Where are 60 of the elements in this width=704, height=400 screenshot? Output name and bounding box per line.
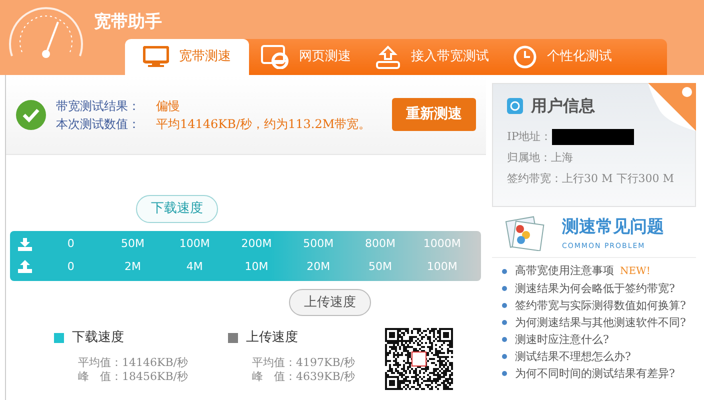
bullet-icon [502, 371, 507, 376]
upload-speed-callout: 上传速度 [289, 288, 371, 316]
monitor-icon [143, 46, 169, 68]
scale-tick-label: 800M [364, 236, 396, 252]
download-icon [18, 238, 32, 251]
download-speed-callout: 下载速度 [136, 195, 218, 222]
app-title: 宽带助手 [94, 11, 162, 34]
scale-tick-label: 100M [178, 236, 211, 252]
scale-tick-label: 50M [367, 258, 393, 274]
user-info-icon [507, 98, 523, 114]
result-value: 平均14146KB/秒，约为113.2M带宽。 [156, 116, 371, 132]
scale-tick-label: 100M [426, 258, 458, 274]
faq-link[interactable]: 测速结果为何会略低于签约带宽? [515, 280, 675, 297]
new-label: NEW! [620, 266, 650, 277]
scale-tick-label: 2M [124, 258, 142, 274]
field-label: 签约带宽： [507, 171, 562, 187]
faq-link[interactable]: 为何测速结果与其他测速软件不同? [515, 314, 686, 331]
documents-icon [504, 215, 546, 251]
browser-icon [261, 45, 289, 69]
result-label: 本次测试数值： [56, 116, 140, 132]
legend-label: 上传速度 [246, 329, 298, 347]
scale-tick-label: 50M [120, 236, 146, 252]
bullet-icon [502, 354, 507, 359]
faq-title: 测速常见问题 [562, 216, 664, 239]
stat-text: 平均值：4197KB/秒 [252, 356, 356, 370]
upload-icon [18, 260, 32, 274]
stat-text: 峰 值：18456KB/秒 [78, 370, 188, 384]
bullet-icon [502, 286, 507, 291]
field-label: IP地址： [507, 129, 552, 145]
faq-link[interactable]: 测试结果不理想怎么办? [515, 348, 631, 365]
field-value: 上海 [551, 150, 573, 166]
faq-link[interactable]: 测速时应注意什么? [515, 331, 609, 348]
bullet-icon [502, 268, 507, 274]
page-curl-icon [648, 83, 696, 131]
scale-tick-label: 10M [244, 258, 270, 274]
qr-code-drawing [385, 328, 454, 390]
bullet-icon [502, 303, 507, 308]
upload-tray-icon [375, 45, 401, 69]
scale-tick-label: 200M [240, 236, 273, 252]
stat-text: 峰 值：4639KB/秒 [252, 370, 356, 384]
scale-tick-label: 4M [185, 258, 204, 274]
panel-title: 用户信息 [531, 95, 595, 117]
stat-text: 平均值：14146KB/秒 [78, 356, 188, 370]
field-label: 归属地： [507, 150, 551, 166]
scale-tick-label: 20M [306, 258, 332, 274]
scale-tick-label: 0 [66, 258, 76, 274]
faq-link[interactable]: 为何不同时间的测试结果有差异? [515, 365, 675, 382]
bullet-icon [502, 320, 507, 325]
result-value: 偏慢 [156, 98, 180, 114]
scale-tick-label: 1000M [422, 236, 462, 252]
scale-tick-label: 0 [66, 236, 76, 252]
check-icon [16, 100, 46, 130]
faq-link[interactable]: 签约带宽与实际测得数值如何换算? [515, 297, 686, 314]
result-label: 带宽测试结果： [56, 98, 140, 114]
field-value: 上行30 M 下行300 M [562, 171, 674, 187]
clock-icon [513, 45, 537, 69]
legend-label: 下载速度 [72, 329, 124, 347]
bullet-icon [502, 337, 507, 342]
scale-tick-label: 500M [302, 236, 335, 252]
faq-link[interactable]: 高带宽使用注意事项 NEW! [515, 262, 650, 280]
